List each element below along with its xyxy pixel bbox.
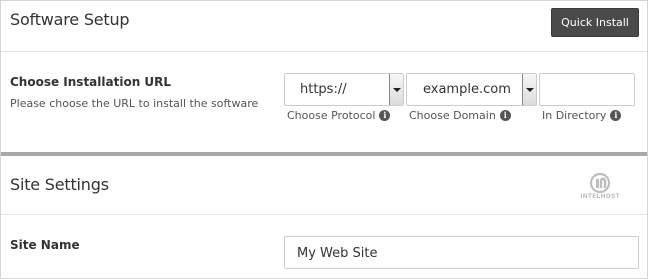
software-setup-title: Software Setup (10, 10, 130, 29)
protocol-caption-text: Choose Protocol (287, 109, 376, 122)
directory-caption-text: In Directory (542, 109, 607, 122)
section-divider (1, 152, 647, 156)
info-icon[interactable]: i (379, 110, 391, 121)
logo-text: INTELHOST (580, 193, 620, 200)
divider (1, 214, 647, 215)
install-panel: Software Setup Quick Install Choose Inst… (0, 0, 648, 279)
site-name-label: Site Name (10, 238, 80, 252)
directory-caption: In Directory i (542, 109, 622, 122)
install-url-label: Choose Installation URL (10, 75, 172, 89)
chevron-down-icon[interactable] (522, 74, 536, 105)
quick-install-button[interactable]: Quick Install (551, 8, 639, 37)
install-url-description: Please choose the URL to install the sof… (10, 97, 259, 110)
info-icon[interactable]: i (610, 110, 622, 121)
directory-input[interactable] (539, 73, 635, 106)
protocol-select[interactable]: https:// (284, 73, 404, 106)
domain-caption-text: Choose Domain (409, 109, 496, 122)
protocol-caption: Choose Protocol i (287, 109, 391, 122)
chevron-down-icon[interactable] (389, 74, 403, 105)
divider (1, 51, 647, 52)
site-name-input[interactable]: My Web Site (284, 236, 639, 269)
domain-value: example.com (423, 82, 511, 97)
domain-select[interactable]: example.com (406, 73, 537, 106)
site-settings-title: Site Settings (10, 175, 109, 194)
logo-icon (589, 172, 611, 194)
info-icon[interactable]: i (499, 110, 511, 121)
site-name-value: My Web Site (297, 246, 378, 261)
domain-caption: Choose Domain i (409, 109, 511, 122)
protocol-value: https:// (300, 82, 347, 97)
intelhost-logo: INTELHOST (576, 172, 624, 202)
